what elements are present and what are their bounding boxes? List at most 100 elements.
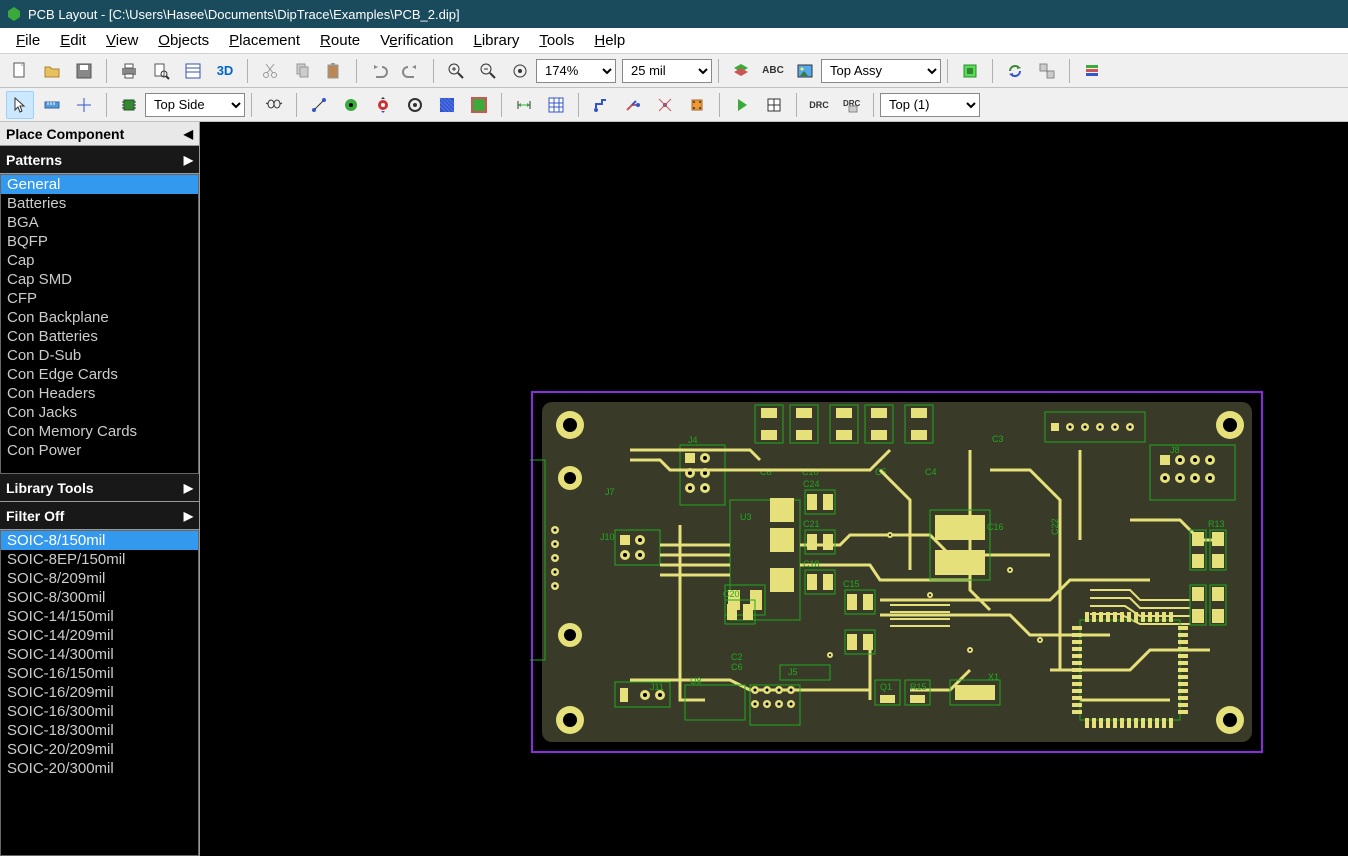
component-item[interactable]: SOIC-14/209mil bbox=[1, 626, 198, 645]
toolbar-main: 3D 174% 25 mil ABC Top Assy bbox=[0, 54, 1348, 88]
sidebar: Place Component ◀ Patterns ▶ GeneralBatt… bbox=[0, 122, 200, 856]
library-item[interactable]: Con Headers bbox=[1, 384, 198, 403]
drc-button[interactable]: DRC bbox=[805, 91, 833, 119]
print-button[interactable] bbox=[115, 57, 143, 85]
menu-route[interactable]: Route bbox=[310, 30, 370, 51]
library-list[interactable]: GeneralBatteriesBGABQFPCapCap SMDCFPCon … bbox=[0, 174, 199, 474]
library-item[interactable]: Con Batteries bbox=[1, 327, 198, 346]
menu-edit[interactable]: Edit bbox=[50, 30, 96, 51]
new-button[interactable] bbox=[6, 57, 34, 85]
menu-library[interactable]: Library bbox=[463, 30, 529, 51]
origin-button[interactable] bbox=[70, 91, 98, 119]
run-autoroute-button[interactable] bbox=[728, 91, 756, 119]
measure-button[interactable] bbox=[38, 91, 66, 119]
menu-file[interactable]: File bbox=[6, 30, 50, 51]
filter-header[interactable]: Filter Off ▶ bbox=[0, 502, 199, 530]
place-component-header[interactable]: Place Component ◀ bbox=[0, 122, 199, 146]
via-button[interactable] bbox=[369, 91, 397, 119]
component-item[interactable]: SOIC-8EP/150mil bbox=[1, 550, 198, 569]
zoom-in-button[interactable] bbox=[442, 57, 470, 85]
component-item[interactable]: SOIC-8/209mil bbox=[1, 569, 198, 588]
library-item[interactable]: Con Power bbox=[1, 441, 198, 460]
redo-button[interactable] bbox=[397, 57, 425, 85]
ref-j10: J10 bbox=[600, 532, 615, 542]
copy-button[interactable] bbox=[288, 57, 316, 85]
menu-tools[interactable]: Tools bbox=[529, 30, 584, 51]
menu-verification[interactable]: Verification bbox=[370, 30, 463, 51]
library-item[interactable]: CFP bbox=[1, 289, 198, 308]
layer-select[interactable]: Top Assy bbox=[821, 59, 941, 83]
drc-setup-button[interactable]: DRC bbox=[837, 91, 865, 119]
library-item[interactable]: Con Memory Cards bbox=[1, 422, 198, 441]
svg-text:C21: C21 bbox=[803, 519, 820, 529]
menu-view[interactable]: View bbox=[96, 30, 148, 51]
component-item[interactable]: SOIC-20/209mil bbox=[1, 740, 198, 759]
library-item[interactable]: Con Jacks bbox=[1, 403, 198, 422]
grid-select[interactable]: 25 mil bbox=[622, 59, 712, 83]
paste-button[interactable] bbox=[320, 57, 348, 85]
table-button[interactable] bbox=[542, 91, 570, 119]
route-manual-button[interactable] bbox=[587, 91, 615, 119]
layer-setup-button[interactable] bbox=[1078, 57, 1106, 85]
dimension-button[interactable] bbox=[510, 91, 538, 119]
fanout-button[interactable] bbox=[651, 91, 679, 119]
component-item[interactable]: SOIC-14/300mil bbox=[1, 645, 198, 664]
pad-button[interactable] bbox=[337, 91, 365, 119]
library-item[interactable]: General bbox=[1, 175, 198, 194]
ratline-button[interactable] bbox=[305, 91, 333, 119]
back-annotate-button[interactable] bbox=[1033, 57, 1061, 85]
load-rules-button[interactable] bbox=[956, 57, 984, 85]
component-item[interactable]: SOIC-16/300mil bbox=[1, 702, 198, 721]
board-outline-button[interactable] bbox=[465, 91, 493, 119]
menu-objects[interactable]: Objects bbox=[148, 30, 219, 51]
component-button[interactable] bbox=[115, 91, 143, 119]
picture-button[interactable] bbox=[791, 57, 819, 85]
edit-route-button[interactable] bbox=[619, 91, 647, 119]
zoom-out-button[interactable] bbox=[474, 57, 502, 85]
component-item[interactable]: SOIC-16/150mil bbox=[1, 664, 198, 683]
library-item[interactable]: BQFP bbox=[1, 232, 198, 251]
copper-pour-button[interactable] bbox=[433, 91, 461, 119]
find-button[interactable] bbox=[260, 91, 288, 119]
default-mode-button[interactable] bbox=[6, 91, 34, 119]
library-item[interactable]: Cap SMD bbox=[1, 270, 198, 289]
library-item[interactable]: BGA bbox=[1, 213, 198, 232]
svg-text:C24: C24 bbox=[803, 479, 820, 489]
active-layer-select[interactable]: Top (1) bbox=[880, 93, 980, 117]
menu-placement[interactable]: Placement bbox=[219, 30, 310, 51]
open-button[interactable] bbox=[38, 57, 66, 85]
zoom-fit-button[interactable] bbox=[506, 57, 534, 85]
component-item[interactable]: SOIC-8/150mil bbox=[1, 531, 198, 550]
patterns-header[interactable]: Patterns ▶ bbox=[0, 146, 199, 174]
free-route-button[interactable] bbox=[683, 91, 711, 119]
library-item[interactable]: Cap bbox=[1, 251, 198, 270]
component-item[interactable]: SOIC-20/300mil bbox=[1, 759, 198, 778]
layer-display-button[interactable] bbox=[727, 57, 755, 85]
zoom-select[interactable]: 174% bbox=[536, 59, 616, 83]
undo-button[interactable] bbox=[365, 57, 393, 85]
menu-help[interactable]: Help bbox=[584, 30, 635, 51]
component-item[interactable]: SOIC-16/209mil bbox=[1, 683, 198, 702]
component-item[interactable]: SOIC-8/300mil bbox=[1, 588, 198, 607]
autoroute-setup-button[interactable] bbox=[760, 91, 788, 119]
mtn-hole-button[interactable] bbox=[401, 91, 429, 119]
library-item[interactable]: Batteries bbox=[1, 194, 198, 213]
3d-preview-button[interactable]: 3D bbox=[211, 57, 239, 85]
library-item[interactable]: Con D-Sub bbox=[1, 346, 198, 365]
preview-button[interactable] bbox=[147, 57, 175, 85]
save-button[interactable] bbox=[70, 57, 98, 85]
component-list[interactable]: SOIC-8/150milSOIC-8EP/150milSOIC-8/209mi… bbox=[0, 530, 199, 856]
component-item[interactable]: SOIC-14/150mil bbox=[1, 607, 198, 626]
text-abc-button[interactable]: ABC bbox=[759, 57, 787, 85]
component-item[interactable]: SOIC-18/300mil bbox=[1, 721, 198, 740]
library-item[interactable]: Con Backplane bbox=[1, 308, 198, 327]
expand-icon: ▶ bbox=[184, 481, 193, 495]
titles-button[interactable] bbox=[179, 57, 207, 85]
cut-button[interactable] bbox=[256, 57, 284, 85]
renew-button[interactable] bbox=[1001, 57, 1029, 85]
svg-text:Q1: Q1 bbox=[880, 682, 892, 692]
pcb-canvas[interactable]: J7 J4 J10 bbox=[200, 122, 1348, 856]
side-select[interactable]: Top Side bbox=[145, 93, 245, 117]
library-tools-header[interactable]: Library Tools ▶ bbox=[0, 474, 199, 502]
library-item[interactable]: Con Edge Cards bbox=[1, 365, 198, 384]
